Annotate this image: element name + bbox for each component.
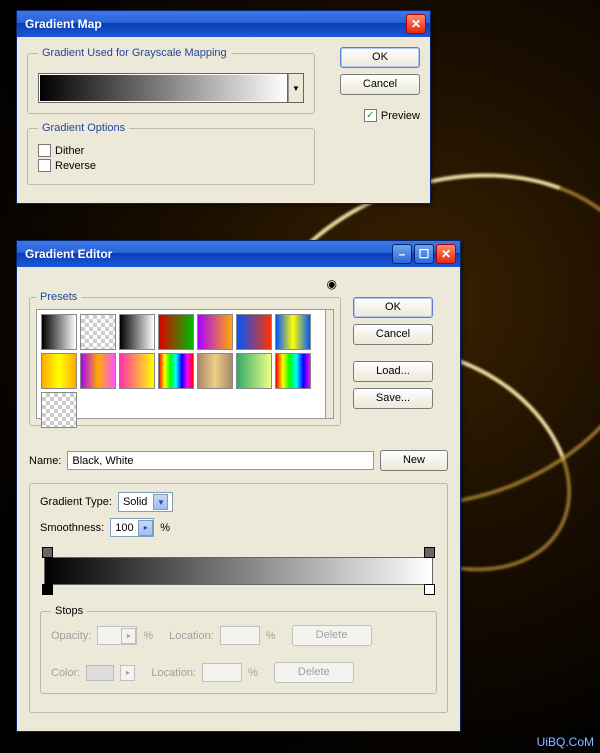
new-button[interactable]: New [380, 450, 448, 471]
minimize-icon[interactable]: – [392, 244, 412, 264]
preset-swatch[interactable] [119, 353, 155, 389]
preview-label: Preview [381, 110, 420, 122]
gradient-options-group: Gradient Options Dither Reverse [27, 122, 315, 185]
color-stop-right[interactable] [424, 584, 435, 595]
watermark: UiBQ.CoM [537, 735, 594, 749]
gradient-map-dialog: Gradient Map ✕ Gradient Used for Graysca… [16, 10, 431, 204]
gradient-options-legend: Gradient Options [38, 122, 129, 134]
color-location-input [202, 663, 242, 682]
gradient-dropdown-arrow[interactable]: ▼ [288, 73, 304, 103]
preset-swatch[interactable] [236, 314, 272, 350]
dither-label: Dither [55, 145, 84, 157]
opacity-input: ▸ [97, 626, 137, 645]
preset-swatch[interactable] [275, 353, 311, 389]
location-label: Location: [169, 630, 214, 642]
preset-swatch[interactable] [197, 353, 233, 389]
preset-swatch[interactable] [41, 314, 77, 350]
color-stop-left[interactable] [42, 584, 53, 595]
preset-swatch[interactable] [80, 314, 116, 350]
smoothness-label: Smoothness: [40, 522, 104, 534]
close-icon[interactable]: ✕ [436, 244, 456, 264]
smoothness-value: 100 [111, 522, 138, 534]
dither-checkbox[interactable] [38, 144, 51, 157]
gradient-editor-title: Gradient Editor [21, 247, 390, 261]
grayscale-mapping-group: Gradient Used for Grayscale Mapping ▼ [27, 47, 315, 114]
preset-swatch[interactable] [80, 353, 116, 389]
percent-label: % [266, 630, 276, 642]
chevron-right-icon: ▸ [138, 520, 153, 536]
gradient-map-title: Gradient Map [21, 17, 404, 31]
percent-label: % [160, 522, 170, 534]
grayscale-mapping-legend: Gradient Used for Grayscale Mapping [38, 47, 231, 59]
color-label: Color: [51, 667, 80, 679]
gradient-map-titlebar[interactable]: Gradient Map ✕ [17, 11, 430, 37]
preset-swatch[interactable] [275, 314, 311, 350]
preset-swatch[interactable] [119, 314, 155, 350]
smoothness-input[interactable]: 100 ▸ [110, 518, 154, 537]
presets-list [36, 309, 326, 419]
preset-swatch[interactable] [236, 353, 272, 389]
opacity-label: Opacity: [51, 630, 91, 642]
preset-swatch[interactable] [158, 314, 194, 350]
delete-color-stop-button: Delete [274, 662, 354, 683]
gradient-type-value: Solid [123, 496, 147, 508]
gradient-definition-group: Gradient Type: Solid ▼ Smoothness: 100 ▸… [29, 483, 448, 713]
reverse-label: Reverse [55, 160, 96, 172]
presets-scrollbar[interactable] [326, 309, 334, 419]
ok-button[interactable]: OK [353, 297, 433, 318]
delete-opacity-stop-button: Delete [292, 625, 372, 646]
gradient-type-select[interactable]: Solid ▼ [118, 492, 173, 512]
presets-flyout-icon[interactable]: ◉ [29, 277, 341, 291]
check-icon: ✓ [366, 111, 374, 121]
name-input[interactable] [67, 451, 374, 470]
name-label: Name: [29, 455, 61, 467]
cancel-button[interactable]: Cancel [340, 74, 420, 95]
presets-group: Presets [29, 291, 341, 426]
color-chip [86, 665, 114, 681]
chevron-down-icon: ▼ [153, 494, 168, 510]
opacity-stop-left[interactable] [42, 547, 53, 558]
ok-button[interactable]: OK [340, 47, 420, 68]
gradient-bar-editor[interactable] [40, 547, 437, 595]
percent-label: % [143, 630, 153, 642]
save-button[interactable]: Save... [353, 388, 433, 409]
preset-swatch[interactable] [158, 353, 194, 389]
preset-swatch[interactable] [197, 314, 233, 350]
presets-legend: Presets [36, 291, 81, 303]
preset-swatch[interactable] [41, 392, 77, 428]
reverse-checkbox[interactable] [38, 159, 51, 172]
gradient-type-label: Gradient Type: [40, 496, 112, 508]
location-label: Location: [151, 667, 196, 679]
preset-swatch[interactable] [41, 353, 77, 389]
load-button[interactable]: Load... [353, 361, 433, 382]
stops-group: Stops Opacity: ▸ % Location: % Delete Co… [40, 605, 437, 694]
maximize-icon[interactable]: ☐ [414, 244, 434, 264]
close-icon[interactable]: ✕ [406, 14, 426, 34]
preview-checkbox[interactable]: ✓ [364, 109, 377, 122]
gradient-preview[interactable] [38, 73, 288, 103]
percent-label: % [248, 667, 258, 679]
cancel-button[interactable]: Cancel [353, 324, 433, 345]
gradient-editor-dialog: Gradient Editor – ☐ ✕ ◉ Presets OK Cance… [16, 240, 461, 732]
stops-legend: Stops [51, 605, 87, 617]
gradient-bar[interactable] [44, 557, 433, 585]
opacity-location-input [220, 626, 260, 645]
gradient-editor-titlebar[interactable]: Gradient Editor – ☐ ✕ [17, 241, 460, 267]
chevron-right-icon: ▸ [120, 665, 135, 681]
opacity-stop-right[interactable] [424, 547, 435, 558]
